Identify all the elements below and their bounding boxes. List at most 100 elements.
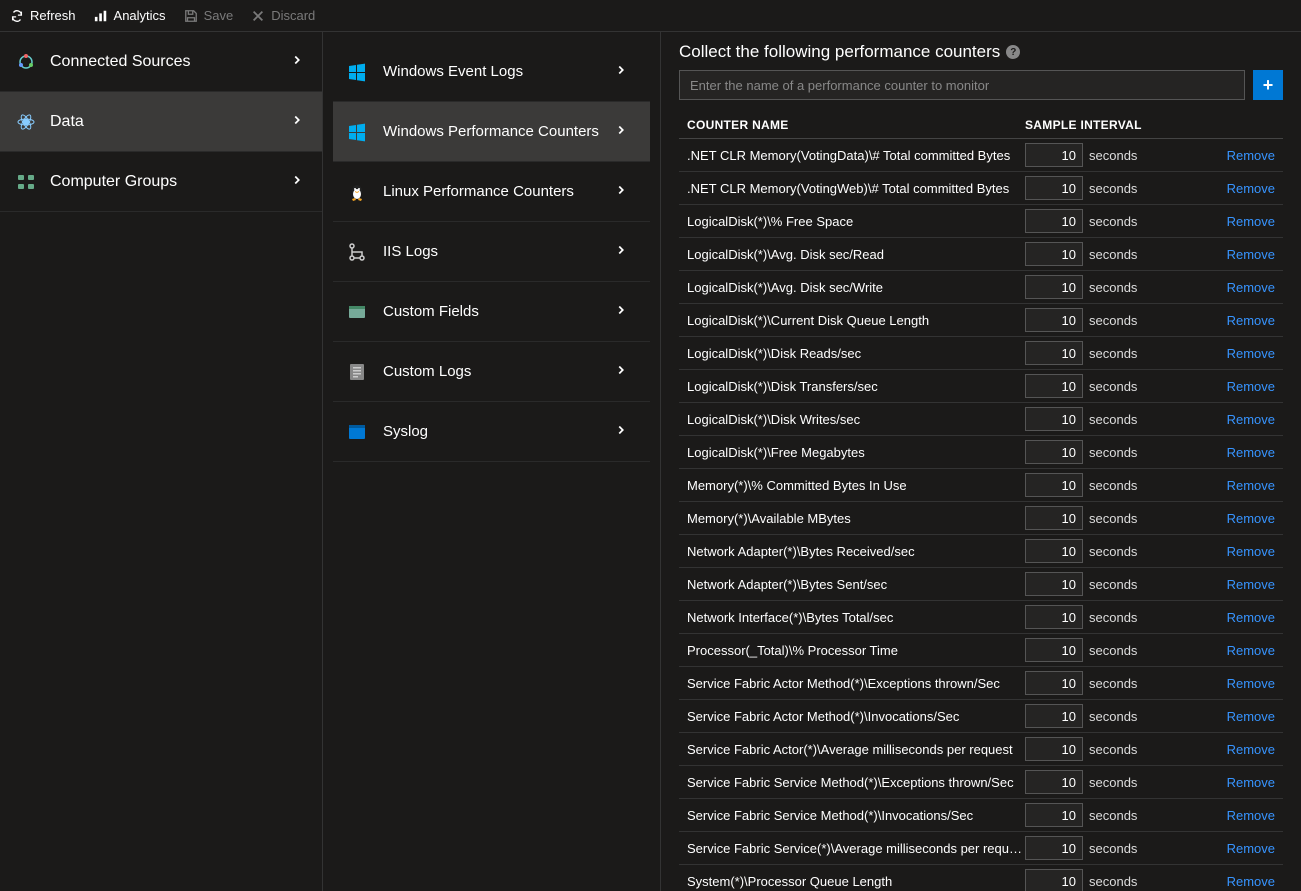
interval-input[interactable] [1025, 506, 1083, 530]
interval-unit: seconds [1089, 544, 1137, 559]
remove-link[interactable]: Remove [1227, 412, 1275, 427]
counter-interval-cell: seconds [1025, 374, 1215, 398]
remove-link[interactable]: Remove [1227, 379, 1275, 394]
analytics-button[interactable]: Analytics [94, 8, 166, 23]
remove-link[interactable]: Remove [1227, 313, 1275, 328]
logs-icon [347, 362, 367, 382]
sidebar2-item[interactable]: Custom Logs [333, 342, 650, 402]
interval-input[interactable] [1025, 407, 1083, 431]
interval-input[interactable] [1025, 803, 1083, 827]
interval-input[interactable] [1025, 704, 1083, 728]
sidebar1-item[interactable]: Computer Groups [0, 152, 322, 212]
interval-input[interactable] [1025, 209, 1083, 233]
remove-link[interactable]: Remove [1227, 346, 1275, 361]
remove-link[interactable]: Remove [1227, 280, 1275, 295]
sidebar1-item-label: Computer Groups [50, 173, 292, 191]
interval-input[interactable] [1025, 374, 1083, 398]
interval-input[interactable] [1025, 770, 1083, 794]
remove-link[interactable]: Remove [1227, 775, 1275, 790]
counter-interval-cell: seconds [1025, 341, 1215, 365]
remove-link[interactable]: Remove [1227, 709, 1275, 724]
win-icon [347, 122, 367, 142]
remove-link[interactable]: Remove [1227, 676, 1275, 691]
interval-input[interactable] [1025, 473, 1083, 497]
remove-link[interactable]: Remove [1227, 478, 1275, 493]
counter-interval-cell: seconds [1025, 803, 1215, 827]
sidebar2-item[interactable]: Syslog [333, 402, 650, 462]
interval-input[interactable] [1025, 539, 1083, 563]
sidebar1-item[interactable]: Data [0, 92, 322, 152]
remove-link[interactable]: Remove [1227, 511, 1275, 526]
remove-link[interactable]: Remove [1227, 643, 1275, 658]
discard-icon [251, 9, 265, 23]
refresh-button[interactable]: Refresh [10, 8, 76, 23]
discard-button[interactable]: Discard [251, 8, 315, 23]
counter-name: LogicalDisk(*)\Disk Transfers/sec [687, 379, 1025, 394]
interval-input[interactable] [1025, 572, 1083, 596]
counter-name: LogicalDisk(*)\Avg. Disk sec/Write [687, 280, 1025, 295]
counter-row: Service Fabric Actor Method(*)\Exception… [679, 667, 1283, 700]
interval-input[interactable] [1025, 275, 1083, 299]
interval-input[interactable] [1025, 308, 1083, 332]
sidebar2-item[interactable]: Linux Performance Counters [333, 162, 650, 222]
interval-input[interactable] [1025, 836, 1083, 860]
counter-name: Memory(*)\Available MBytes [687, 511, 1025, 526]
interval-input[interactable] [1025, 605, 1083, 629]
remove-link[interactable]: Remove [1227, 181, 1275, 196]
counter-table[interactable]: .NET CLR Memory(VotingData)\# Total comm… [679, 139, 1283, 891]
remove-link[interactable]: Remove [1227, 445, 1275, 460]
sidebar2-item[interactable]: IIS Logs [333, 222, 650, 282]
analytics-icon [94, 9, 108, 23]
remove-link[interactable]: Remove [1227, 148, 1275, 163]
remove-link[interactable]: Remove [1227, 544, 1275, 559]
sidebar2-item[interactable]: Windows Event Logs [333, 42, 650, 102]
counter-name-input[interactable] [679, 70, 1245, 100]
counter-name: System(*)\Processor Queue Length [687, 874, 1025, 889]
remove-link[interactable]: Remove [1227, 610, 1275, 625]
counter-row: LogicalDisk(*)\Disk Transfers/secseconds… [679, 370, 1283, 403]
counter-name: Service Fabric Service(*)\Average millis… [687, 841, 1025, 856]
counter-row: LogicalDisk(*)\Disk Reads/secsecondsRemo… [679, 337, 1283, 370]
interval-input[interactable] [1025, 671, 1083, 695]
save-label: Save [204, 8, 234, 23]
counter-interval-cell: seconds [1025, 572, 1215, 596]
save-button[interactable]: Save [184, 8, 234, 23]
counter-remove-cell: Remove [1215, 445, 1275, 460]
remove-link[interactable]: Remove [1227, 214, 1275, 229]
counter-remove-cell: Remove [1215, 478, 1275, 493]
interval-input[interactable] [1025, 869, 1083, 891]
remove-link[interactable]: Remove [1227, 742, 1275, 757]
add-counter-button[interactable]: + [1253, 70, 1283, 100]
counter-name: Service Fabric Actor Method(*)\Invocatio… [687, 709, 1025, 724]
remove-link[interactable]: Remove [1227, 841, 1275, 856]
counter-row: System(*)\Processor Queue LengthsecondsR… [679, 865, 1283, 891]
interval-input[interactable] [1025, 176, 1083, 200]
sidebar-secondary: Windows Event LogsWindows Performance Co… [323, 32, 661, 891]
sidebar2-item[interactable]: Windows Performance Counters [333, 102, 650, 162]
interval-input[interactable] [1025, 143, 1083, 167]
help-icon[interactable]: ? [1006, 45, 1020, 59]
counter-interval-cell: seconds [1025, 539, 1215, 563]
counter-row: LogicalDisk(*)\Avg. Disk sec/Write second… [679, 271, 1283, 304]
counter-name: Memory(*)\% Committed Bytes In Use [687, 478, 1025, 493]
interval-input[interactable] [1025, 737, 1083, 761]
remove-link[interactable]: Remove [1227, 808, 1275, 823]
interval-input[interactable] [1025, 341, 1083, 365]
interval-input[interactable] [1025, 242, 1083, 266]
sidebar1-item[interactable]: Connected Sources [0, 32, 322, 92]
counter-remove-cell: Remove [1215, 676, 1275, 691]
remove-link[interactable]: Remove [1227, 577, 1275, 592]
counter-row: .NET CLR Memory(VotingData)\# Total comm… [679, 139, 1283, 172]
remove-link[interactable]: Remove [1227, 247, 1275, 262]
sidebar2-item[interactable]: Custom Fields [333, 282, 650, 342]
interval-input[interactable] [1025, 440, 1083, 464]
remove-link[interactable]: Remove [1227, 874, 1275, 889]
sidebar1-item-label: Data [50, 113, 292, 131]
counter-interval-cell: seconds [1025, 176, 1215, 200]
refresh-label: Refresh [30, 8, 76, 23]
interval-input[interactable] [1025, 638, 1083, 662]
header-remove [1215, 118, 1275, 132]
counter-interval-cell: seconds [1025, 143, 1215, 167]
data-icon [16, 112, 36, 132]
interval-unit: seconds [1089, 280, 1137, 295]
